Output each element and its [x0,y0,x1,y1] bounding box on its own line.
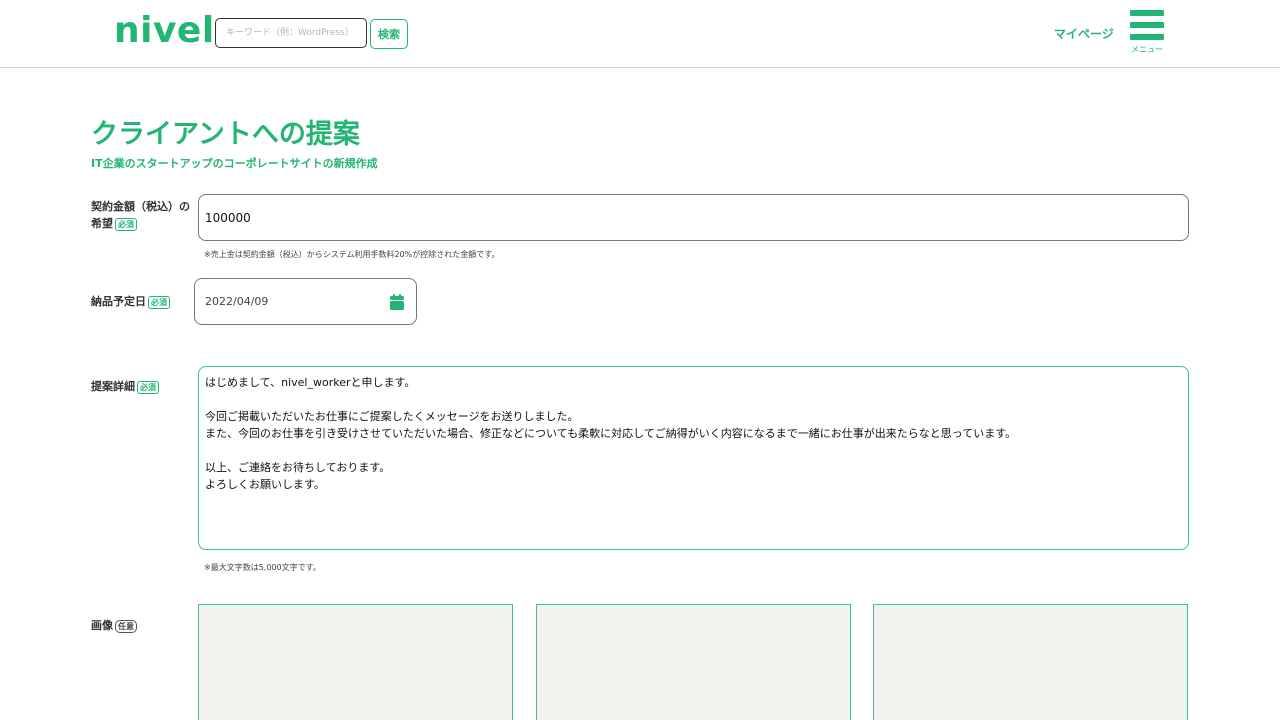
amount-input[interactable] [198,194,1189,241]
site-logo[interactable]: nivel [114,10,215,51]
detail-line: また、今回のお仕事を引き受けさせていただいた場合、修正などについても柔軟に対応し… [205,427,1017,440]
required-badge: 必須 [137,380,159,394]
delivery-date-field[interactable]: 2022/04/09 [194,278,417,325]
detail-note: ※最大文字数は5,000文字です。 [204,563,321,572]
delivery-date-value: 2022/04/09 [205,295,269,308]
page-title: クライアントへの提案 [91,119,360,150]
image-upload-slot-2[interactable] [536,604,851,720]
delivery-label-text: 納品予定日 [91,295,146,308]
calendar-icon[interactable] [390,294,404,310]
site-header: nivel 検索 マイページ メニュー [0,0,1280,68]
required-badge: 必須 [148,295,170,309]
image-upload-slot-3[interactable] [873,604,1188,720]
images-label: 画像 任意 [91,617,137,634]
optional-badge: 任意 [115,619,137,633]
detail-line [205,391,1182,408]
page-subtitle: IT企業のスタートアップのコーポレートサイトの新規作成 [91,157,378,170]
detail-line: 以上、ご連絡をお待ちしております。 [205,461,391,474]
mypage-link[interactable]: マイページ [1054,25,1114,42]
detail-line [205,442,1182,459]
required-badge: 必須 [115,217,137,231]
detail-textarea[interactable]: はじめまして、nivel_workerと申します。 今回ご掲載いただいたお仕事に… [198,366,1189,550]
amount-label-line1: 契約金額（税込）の [91,200,190,213]
search-input[interactable] [215,18,367,48]
menu-label: メニュー [1131,45,1163,54]
images-label-text: 画像 [91,619,113,632]
detail-label: 提案詳細 必須 [91,378,159,395]
image-upload-slot-1[interactable] [198,604,513,720]
amount-label-line2: 希望 [91,217,113,230]
delivery-label: 納品予定日 必須 [91,293,170,310]
menu-button[interactable]: メニュー [1128,10,1166,56]
search-button[interactable]: 検索 [370,19,408,49]
detail-line: はじめまして、nivel_workerと申します。 [205,376,416,389]
detail-label-text: 提案詳細 [91,380,135,393]
detail-line: 今回ご掲載いただいたお仕事にご提案したくメッセージをお送りしました。 [205,410,579,423]
detail-line: よろしくお願いします。 [205,478,325,491]
amount-label: 契約金額（税込）の 希望 必須 [91,198,190,232]
amount-note: ※売上金は契約金額（税込）からシステム利用手数料20%が控除された金額です。 [204,250,500,259]
